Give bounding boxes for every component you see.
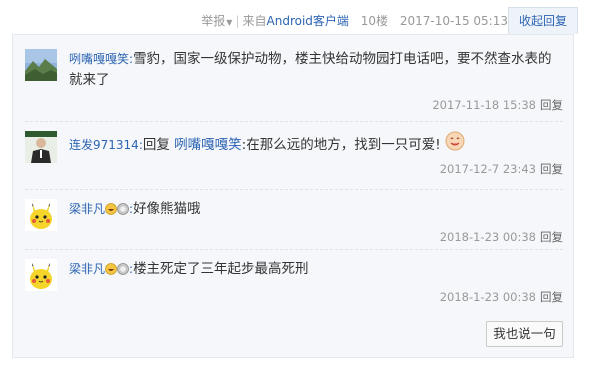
post-meta-bar: 举报▼ | 来自Android客户端 10楼 2017-10-15 05:13 收起…: [0, 0, 590, 34]
divider: [25, 121, 563, 122]
reply-item: 梁非凡:好像熊猫哦 2018-1-23 00:38 回复: [25, 199, 563, 259]
reply-body: 梁非凡:楼主死定了三年起步最高死刑: [69, 259, 563, 282]
reply-footer: 2017-12-7 23:43 回复: [440, 161, 563, 177]
smile-emoji-icon: [445, 131, 465, 158]
reply-username[interactable]: 连发971314: [69, 138, 139, 152]
reply-item: 咧嘴嘎嘎笑:雪豹，国家一级保护动物，楼主快给动物园打电话吧，要不然查水表的就来了…: [25, 49, 563, 129]
reply-time: 2018-1-23 00:38: [439, 290, 536, 304]
grin-emoji-icon: [105, 261, 117, 282]
reply-body: 连发971314:回复 咧嘴嘎嘎笑:在那么远的地方，找到一只可爱!: [69, 131, 563, 158]
reply-body: 梁非凡:好像熊猫哦: [69, 199, 563, 222]
source-prefix: 来自: [242, 14, 267, 28]
post-date: 2017-10-15 05:13: [399, 14, 508, 28]
member-badge-icon: [117, 261, 129, 282]
avatar[interactable]: [25, 49, 57, 81]
avatar-pikachu-image: [25, 259, 57, 291]
grin-emoji-icon: [105, 201, 117, 222]
reply-button[interactable]: 回复: [540, 162, 563, 176]
member-badge-icon: [117, 201, 129, 222]
avatar[interactable]: [25, 199, 57, 231]
collapse-replies-button[interactable]: 收起回复: [508, 7, 578, 34]
reply-button[interactable]: 回复: [540, 290, 563, 304]
say-something-button[interactable]: 我也说一句: [486, 321, 563, 347]
reply-time: 2018-1-23 00:38: [439, 230, 536, 244]
reply-username[interactable]: 梁非凡: [69, 262, 105, 276]
reply-footer: 2018-1-23 00:38 回复: [440, 289, 563, 305]
reply-text: 楼主死定了三年起步最高死刑: [133, 261, 309, 277]
source-link[interactable]: Android客户端: [267, 14, 349, 28]
reply-item: 梁非凡:楼主死定了三年起步最高死刑 2018-1-23 00:38 回复: [25, 259, 563, 319]
avatar-pikachu-image: [25, 199, 57, 231]
avatar-person-image: [25, 131, 57, 163]
reply-to-username[interactable]: 咧嘴嘎嘎笑: [174, 137, 242, 153]
reply-text: 雪豹，国家一级保护动物，楼主快给动物园打电话吧，要不然查水表的就来了: [69, 51, 552, 88]
reply-time: 2017-12-7 23:43: [439, 162, 536, 176]
reply-username[interactable]: 梁非凡: [69, 202, 105, 216]
avatar[interactable]: [25, 131, 57, 163]
floor-number: 10楼: [360, 14, 389, 28]
reply-time: 2017-11-18 15:38: [432, 98, 536, 112]
reply-panel: 咧嘴嘎嘎笑:雪豹，国家一级保护动物，楼主快给动物园打电话吧，要不然查水表的就来了…: [12, 34, 574, 358]
reply-body: 咧嘴嘎嘎笑:雪豹，国家一级保护动物，楼主快给动物园打电话吧，要不然查水表的就来了: [69, 49, 563, 91]
report-link[interactable]: 举报▼: [201, 14, 232, 28]
avatar[interactable]: [25, 259, 57, 291]
divider: [25, 249, 563, 250]
post-meta: 举报▼ | 来自Android客户端 10楼 2017-10-15 05:13: [201, 12, 508, 29]
caret-down-icon: ▼: [226, 18, 233, 27]
divider: [25, 189, 563, 190]
reply-footer: 2018-1-23 00:38 回复: [440, 229, 563, 245]
reply-text: :在那么远的地方，找到一只可爱!: [241, 137, 441, 153]
avatar-landscape-image: [25, 49, 57, 81]
reply-button[interactable]: 回复: [540, 230, 563, 244]
reply-username[interactable]: 咧嘴嘎嘎笑: [69, 52, 129, 66]
reply-prefix: 回复: [142, 137, 175, 153]
reply-item: 连发971314:回复 咧嘴嘎嘎笑:在那么远的地方，找到一只可爱! 2017-1…: [25, 131, 563, 191]
reply-button[interactable]: 回复: [540, 98, 563, 112]
reply-text: 好像熊猫哦: [133, 201, 201, 217]
meta-divider: |: [235, 14, 240, 28]
reply-footer: 2017-11-18 15:38 回复: [432, 97, 563, 113]
